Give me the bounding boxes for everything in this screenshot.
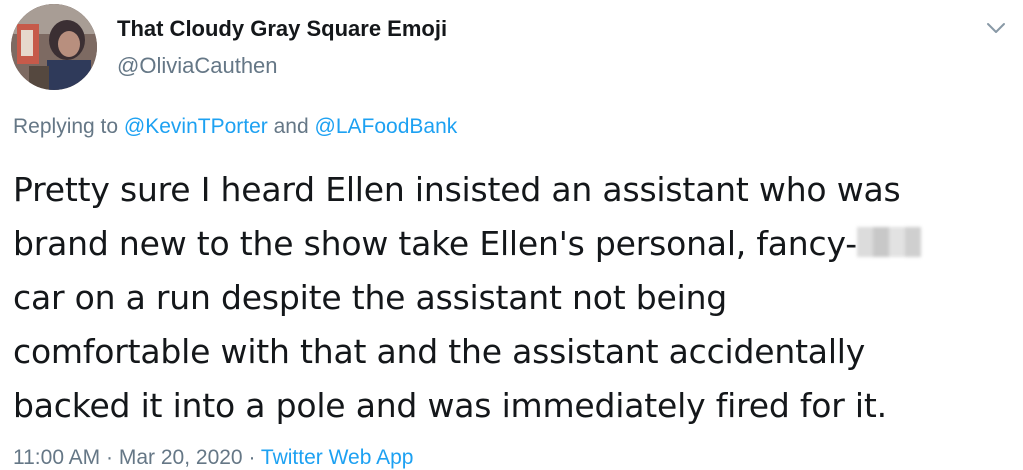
tweet-line-2-text: brand new to the show take Ellen's perso… xyxy=(13,224,857,263)
tweet-line-1: Pretty sure I heard Ellen insisted an as… xyxy=(13,170,901,209)
replying-to-line: Replying to @KevinTPorter and @LAFoodBan… xyxy=(13,115,457,139)
tweet-line-5: backed it into a pole and was immediatel… xyxy=(13,386,887,425)
user-display-name[interactable]: That Cloudy Gray Square Emoji xyxy=(117,16,447,42)
chevron-down-icon[interactable] xyxy=(984,18,1008,38)
tweet-text: Pretty sure I heard Ellen insisted an as… xyxy=(13,163,1013,433)
tweet-time[interactable]: 11:00 AM xyxy=(13,446,100,469)
mention-link-2[interactable]: @LAFoodBank xyxy=(315,115,458,138)
tweet-line-2: brand new to the show take Ellen's perso… xyxy=(13,217,1013,271)
replying-conjunction: and xyxy=(273,115,309,138)
meta-separator: · xyxy=(106,446,114,469)
blurred-word-icon xyxy=(856,227,921,257)
avatar[interactable] xyxy=(11,4,97,90)
tweet-line-4: comfortable with that and the assistant … xyxy=(13,332,866,371)
tweet-line-3: car on a run despite the assistant not b… xyxy=(13,278,728,317)
mention-link-1[interactable]: @KevinTPorter xyxy=(124,115,268,138)
user-handle[interactable]: @OliviaCauthen xyxy=(117,53,278,79)
meta-separator-2: · xyxy=(248,446,256,469)
tweet-date[interactable]: Mar 20, 2020 xyxy=(119,446,243,469)
replying-to-label: Replying to xyxy=(13,115,119,138)
tweet-card: That Cloudy Gray Square Emoji @OliviaCau… xyxy=(0,0,1023,469)
tweet-meta: 11:00 AM · Mar 20, 2020 · Twitter Web Ap… xyxy=(13,446,413,470)
avatar-photo-icon xyxy=(11,4,97,90)
tweet-source-app[interactable]: Twitter Web App xyxy=(261,446,414,469)
